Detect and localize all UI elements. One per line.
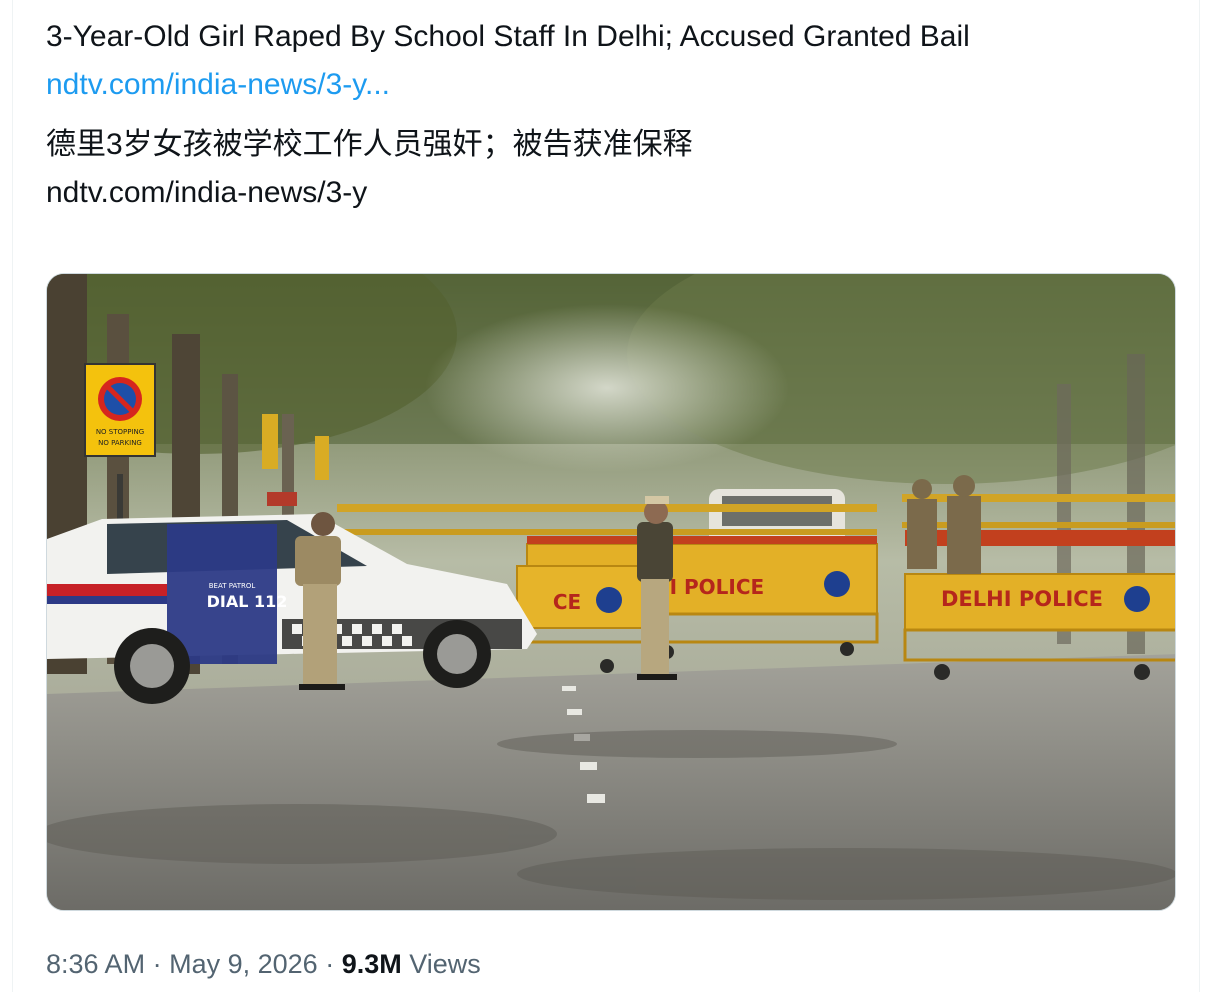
- svg-text:DELHI POLICE: DELHI POLICE: [941, 587, 1103, 611]
- translated-headline: 德里3岁女孩被学校工作人员强奸；被告获准保释: [46, 128, 693, 161]
- views-count: 9.3M: [341, 949, 402, 979]
- svg-text:CE: CE: [553, 590, 581, 614]
- article-link[interactable]: ndtv.com/india-news/3-y...: [46, 67, 390, 103]
- meta-separator: ·: [325, 949, 335, 979]
- svg-text:NO PARKING: NO PARKING: [98, 439, 142, 447]
- tweet-date[interactable]: May 9, 2026: [169, 949, 318, 979]
- svg-text:BEAT PATROL: BEAT PATROL: [209, 582, 256, 590]
- tweet-meta: 8:36 AM · May 9, 2026 · 9.3M Views: [46, 947, 481, 981]
- tweet-photo[interactable]: NO STOPPING NO PARKING DELHI POLICE CE D…: [46, 273, 1176, 911]
- views-label: Views: [409, 949, 481, 979]
- translated-link: ndtv.com/india-news/3-y: [46, 176, 368, 209]
- svg-text:NO STOPPING: NO STOPPING: [96, 428, 144, 436]
- svg-text:DIAL 112: DIAL 112: [207, 592, 288, 611]
- meta-separator: ·: [152, 949, 162, 979]
- tweet-time[interactable]: 8:36 AM: [46, 949, 145, 979]
- tweet-headline: 3-Year-Old Girl Raped By School Staff In…: [46, 20, 970, 53]
- photo-police-barricade-scene: NO STOPPING NO PARKING DELHI POLICE CE D…: [47, 274, 1175, 910]
